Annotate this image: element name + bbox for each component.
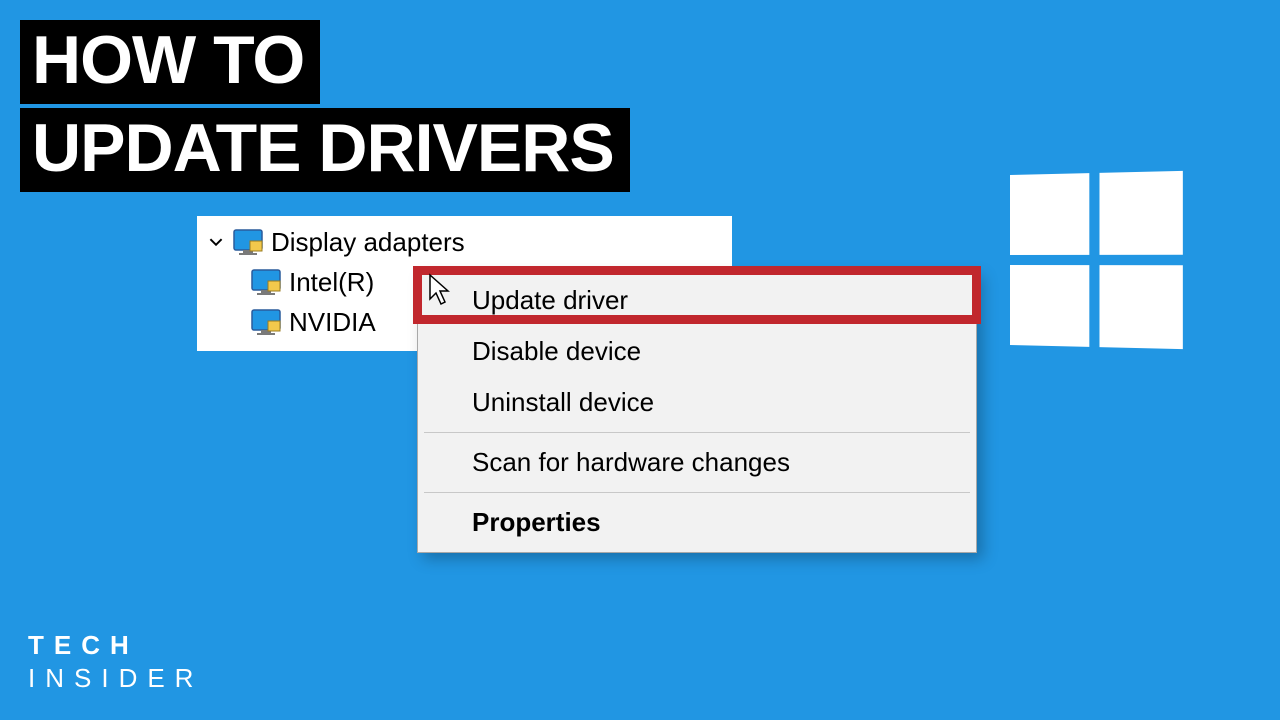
display-adapter-icon — [233, 229, 263, 255]
brand-line-2: INSIDER — [28, 662, 203, 695]
brand-logo: TECH INSIDER — [28, 629, 203, 694]
menu-item-properties[interactable]: Properties — [418, 497, 976, 548]
tree-child-label: Intel(R) — [289, 267, 374, 298]
tree-child-label: NVIDIA — [289, 307, 376, 338]
menu-separator — [424, 492, 970, 493]
menu-separator — [424, 432, 970, 433]
windows-logo-icon — [1010, 171, 1183, 349]
context-menu: Update driver Disable device Uninstall d… — [417, 270, 977, 553]
tree-parent-label: Display adapters — [271, 227, 465, 258]
title-line-1: HOW TO — [20, 20, 320, 104]
title-line-2: UPDATE DRIVERS — [20, 108, 630, 192]
menu-item-uninstall-device[interactable]: Uninstall device — [418, 377, 976, 428]
menu-item-update-driver[interactable]: Update driver — [418, 275, 976, 326]
chevron-down-icon[interactable] — [207, 233, 225, 251]
display-adapter-icon — [251, 269, 281, 295]
display-adapter-icon — [251, 309, 281, 335]
menu-item-scan-hardware[interactable]: Scan for hardware changes — [418, 437, 976, 488]
tree-parent-display-adapters[interactable]: Display adapters — [207, 222, 724, 262]
menu-item-disable-device[interactable]: Disable device — [418, 326, 976, 377]
brand-line-1: TECH — [28, 629, 203, 662]
